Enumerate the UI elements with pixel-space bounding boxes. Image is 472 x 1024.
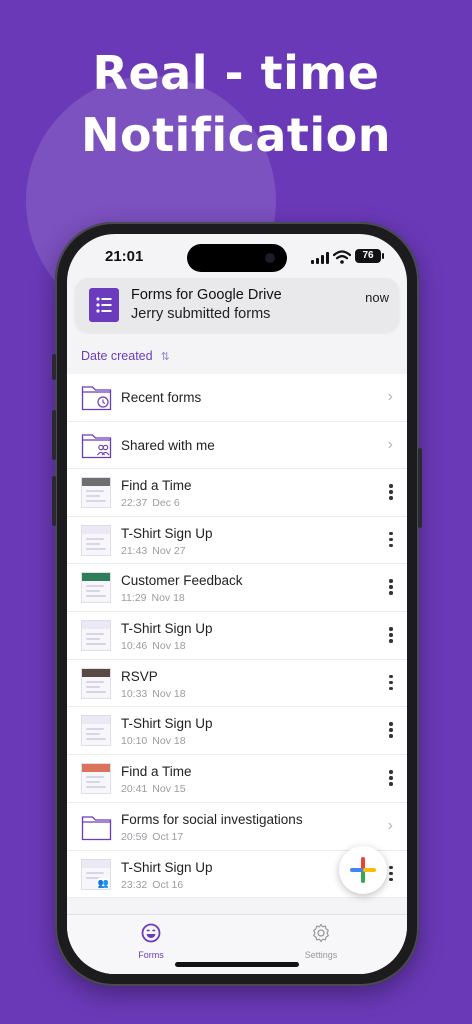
more-options-icon[interactable] bbox=[389, 865, 393, 882]
form-thumbnail bbox=[81, 477, 111, 508]
more-options-icon[interactable] bbox=[389, 770, 393, 786]
notification-banner[interactable]: Forms for Google Drive Jerry submitted f… bbox=[75, 278, 399, 332]
folder-row[interactable]: Forms for social investigations 20:59 Oct… bbox=[67, 802, 407, 851]
more-options-icon[interactable] bbox=[389, 722, 393, 738]
form-row[interactable]: T-Shirt Sign Up 21:43 Nov 27 bbox=[67, 516, 407, 565]
form-row[interactable]: RSVP 10:33 Nov 18 bbox=[67, 659, 407, 708]
mute-switch bbox=[52, 354, 56, 380]
chevron-right-icon: › bbox=[387, 435, 393, 453]
form-timestamp: 21:43 Nov 27 bbox=[121, 544, 186, 557]
clock-folder-icon bbox=[81, 386, 112, 411]
tab-label: Forms bbox=[138, 950, 164, 960]
form-row[interactable]: T-Shirt Sign Up 10:46 Nov 18 bbox=[67, 612, 407, 660]
home-indicator[interactable] bbox=[175, 962, 299, 967]
form-title: RSVP bbox=[121, 668, 158, 684]
form-thumbnail bbox=[81, 524, 111, 556]
forms-list: Recent forms › Shared with me › Find a T… bbox=[67, 374, 407, 899]
camera-icon bbox=[265, 253, 275, 263]
plus-icon bbox=[350, 857, 376, 883]
phone-screen: 21:01 76 Forms for Google Drive Jerry su… bbox=[67, 234, 407, 974]
folder-row-shared-with-me[interactable]: Shared with me › bbox=[67, 421, 407, 469]
notification-time: now bbox=[365, 290, 389, 305]
folder-icon bbox=[81, 816, 112, 840]
form-timestamp: 22:37 Dec 6 bbox=[121, 497, 180, 509]
battery-level: 76 bbox=[362, 250, 374, 261]
create-form-button[interactable] bbox=[339, 846, 387, 894]
form-thumbnail bbox=[81, 667, 111, 699]
form-timestamp: 10:33 Nov 18 bbox=[121, 687, 186, 700]
form-row[interactable]: Find a Time 20:41 Nov 15 bbox=[67, 755, 407, 803]
form-row[interactable]: Find a Time 22:37 Dec 6 bbox=[67, 469, 407, 517]
sort-label: Date created bbox=[81, 349, 153, 363]
wifi-icon bbox=[333, 250, 351, 264]
dynamic-island bbox=[187, 244, 287, 272]
chevron-right-icon: › bbox=[387, 816, 393, 834]
status-time: 21:01 bbox=[105, 248, 144, 265]
more-options-icon[interactable] bbox=[389, 531, 393, 548]
headline: Real - time Notification bbox=[0, 42, 472, 166]
gear-icon bbox=[313, 923, 329, 943]
forms-doc-icon bbox=[89, 288, 119, 322]
folder-label: Forms for social investigations bbox=[121, 811, 303, 827]
phone-frame: 21:01 76 Forms for Google Drive Jerry su… bbox=[52, 222, 422, 986]
tab-settings[interactable]: Settings bbox=[281, 923, 361, 960]
shared-people-icon: 👥 bbox=[97, 877, 109, 888]
form-title: T-Shirt Sign Up bbox=[121, 716, 213, 732]
volume-down-button bbox=[52, 476, 56, 526]
form-thumbnail bbox=[81, 620, 111, 652]
headline-line-2: Notification bbox=[80, 108, 392, 162]
form-thumbnail bbox=[81, 572, 111, 604]
more-options-icon[interactable] bbox=[389, 627, 393, 643]
form-row[interactable]: Customer Feedback 11:29 Nov 18 bbox=[67, 564, 407, 613]
form-row[interactable]: T-Shirt Sign Up 10:10 Nov 18 bbox=[67, 707, 407, 756]
tab-forms[interactable]: Forms bbox=[111, 923, 191, 960]
more-options-icon[interactable] bbox=[389, 674, 393, 691]
form-timestamp: 11:29 Nov 18 bbox=[121, 592, 185, 605]
form-timestamp: 23:32 Oct 16 bbox=[121, 878, 184, 891]
form-thumbnail bbox=[81, 715, 111, 747]
form-thumbnail: 👥 bbox=[81, 858, 111, 890]
form-title: Find a Time bbox=[121, 478, 192, 493]
form-timestamp: 10:10 Nov 18 bbox=[121, 735, 186, 748]
headline-line-1: Real - time bbox=[92, 46, 380, 100]
sort-arrows-icon: ⇅ bbox=[160, 350, 170, 363]
more-options-icon[interactable] bbox=[389, 579, 393, 595]
more-options-icon[interactable] bbox=[389, 484, 393, 500]
form-thumbnail bbox=[81, 763, 111, 795]
notification-message: Jerry submitted forms bbox=[131, 306, 271, 322]
tab-label: Settings bbox=[304, 950, 338, 960]
sort-control[interactable]: Date created ⇅ bbox=[81, 346, 170, 366]
form-timestamp: 20:41 Nov 15 bbox=[121, 783, 186, 796]
folder-timestamp: 20:59 Oct 17 bbox=[121, 830, 184, 843]
form-timestamp: 10:46 Nov 18 bbox=[121, 640, 186, 653]
folder-row-recent-forms[interactable]: Recent forms › bbox=[67, 374, 407, 422]
cellular-signal-icon bbox=[311, 252, 329, 264]
form-title: Customer Feedback bbox=[121, 573, 243, 589]
volume-up-button bbox=[52, 410, 56, 460]
folder-label: Recent forms bbox=[121, 390, 202, 405]
form-title: Find a Time bbox=[121, 764, 192, 780]
battery-icon: 76 bbox=[355, 249, 384, 263]
chevron-right-icon: › bbox=[387, 388, 393, 405]
notification-app-name: Forms for Google Drive bbox=[131, 287, 282, 303]
folder-label: Shared with me bbox=[121, 437, 215, 453]
smiley-icon bbox=[141, 923, 161, 943]
people-folder-icon bbox=[81, 433, 112, 458]
form-title: T-Shirt Sign Up bbox=[121, 621, 213, 637]
form-title: T-Shirt Sign Up bbox=[121, 525, 213, 541]
form-title: T-Shirt Sign Up bbox=[121, 859, 213, 875]
power-button bbox=[418, 448, 422, 528]
